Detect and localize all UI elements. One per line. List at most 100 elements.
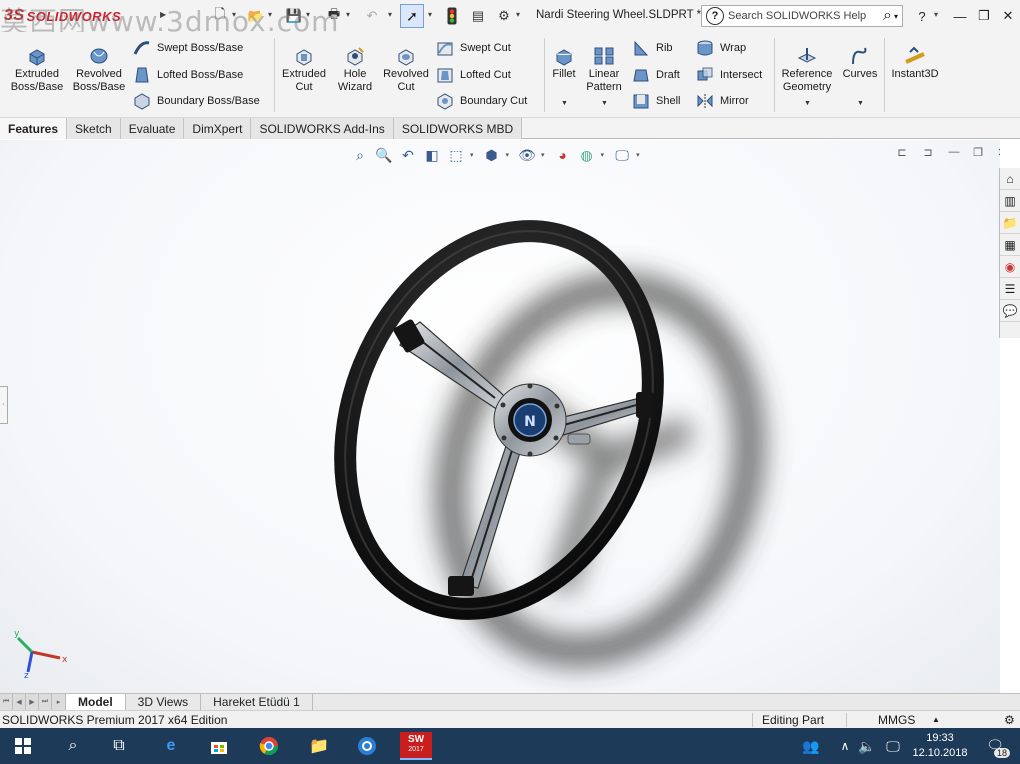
edge-browser-icon[interactable]: e [156, 732, 186, 760]
reference-dropdown-icon[interactable]: ▼ [804, 100, 811, 107]
help-button[interactable]: ? [912, 6, 932, 26]
tab-3d-views[interactable]: 3D Views [126, 694, 202, 710]
select-cursor-icon[interactable]: ➚ [400, 4, 424, 28]
linear-pattern-button[interactable]: Linear Pattern [582, 46, 626, 94]
select-dropdown-icon[interactable]: ▾ [428, 10, 432, 19]
next-tab-icon[interactable]: ▶ [26, 694, 39, 710]
extruded-cut-button[interactable]: Extruded Cut [278, 46, 330, 94]
save-icon[interactable]: 💾 [284, 6, 304, 26]
search-dropdown-icon[interactable]: ▾ [894, 12, 898, 21]
curves-dropdown-icon[interactable]: ▼ [857, 100, 864, 107]
svg-text:y: y [14, 629, 20, 639]
extruded-boss-button[interactable]: Extruded Boss/Base [8, 46, 66, 94]
open-dropdown-icon[interactable]: ▾ [268, 10, 272, 19]
customize-status-icon[interactable]: ⚙ [1004, 713, 1015, 727]
pattern-dropdown-icon[interactable]: ▼ [601, 100, 608, 107]
fillet-dropdown-icon[interactable]: ▼ [561, 100, 568, 107]
rib-button[interactable]: Rib [632, 38, 673, 58]
last-tab-icon[interactable]: ⏭ [39, 694, 52, 710]
start-windows-icon[interactable] [8, 732, 38, 760]
action-center-icon[interactable]: 🗨 18 [984, 734, 1010, 758]
revolved-cut-button[interactable]: Revolved Cut [380, 46, 432, 94]
instant3d-button[interactable]: Instant3D [888, 46, 942, 81]
graphics-area[interactable]: ⌕ 🔍 ↶ ◧ ⬚ ▾ ⬢ ▾ 👁 ▾ ◕ ◍ ▾ 🖵 ▾ ⊏ ⊐ — ❐ ✕ … [0, 140, 1000, 693]
lofted-boss-button[interactable]: Lofted Boss/Base [133, 65, 243, 85]
title-bar: 3S SOLIDWORKS ▶ 🗋 ▾ 📂 ▾ 💾 ▾ 🖶 ▾ ↶ ▾ ➚ ▾ ▤… [0, 0, 1020, 38]
revolved-boss-button[interactable]: Revolved Boss/Base [70, 46, 128, 94]
clock-time: 19:33 [926, 732, 954, 744]
task-view-icon[interactable]: ⧉ [104, 732, 134, 760]
design-library-icon[interactable]: ▥ [1000, 190, 1020, 212]
save-dropdown-icon[interactable]: ▾ [306, 10, 310, 19]
tab-dimxpert[interactable]: DimXpert [184, 118, 252, 139]
file-explorer-icon[interactable]: 📁 [1000, 212, 1020, 234]
steering-wheel-model[interactable]: N [0, 140, 1000, 693]
unit-system-selector[interactable]: MMGS [878, 713, 915, 727]
app-icon[interactable] [352, 732, 382, 760]
extruded-boss-icon [29, 49, 45, 66]
document-title: Nardi Steering Wheel.SLDPRT * [536, 9, 702, 21]
people-icon[interactable]: 👥 [796, 732, 826, 760]
shell-button[interactable]: Shell [632, 91, 680, 111]
file-explorer-icon[interactable]: 📁 [304, 732, 334, 760]
solidworks-taskbar-icon[interactable]: SW 2017 [400, 732, 432, 760]
mirror-button[interactable]: Mirror [696, 91, 749, 111]
tab-sketch[interactable]: Sketch [67, 118, 121, 139]
tab-model[interactable]: Model [66, 694, 126, 710]
tab-add-ins[interactable]: SOLIDWORKS Add-Ins [251, 118, 394, 139]
tab-features[interactable]: Features [0, 118, 68, 139]
help-search-box[interactable]: ? Search SOLIDWORKS Help ⌕ ▾ [701, 5, 903, 27]
close-button[interactable]: ✕ [998, 6, 1018, 26]
status-bar: SOLIDWORKS Premium 2017 x64 Edition Edit… [0, 710, 1020, 728]
prev-tab-icon[interactable]: ◀ [13, 694, 26, 710]
undo-dropdown-icon[interactable]: ▾ [388, 10, 392, 19]
tab-mbd[interactable]: SOLIDWORKS MBD [393, 118, 523, 139]
menu-expand-icon[interactable]: ▶ [160, 10, 166, 19]
fillet-button[interactable]: Fillet [548, 46, 580, 81]
windows-taskbar: ⌕ ⧉ e 📁 SW 2017 👥 ∧ 🔈 🖵 19:33 12.10.2018… [0, 728, 1020, 764]
wrap-button[interactable]: Wrap [696, 38, 746, 58]
undo-icon[interactable]: ↶ [362, 6, 382, 26]
rebuild-traffic-light-icon[interactable] [442, 6, 462, 26]
intersect-button[interactable]: Intersect [696, 65, 762, 85]
print-icon[interactable]: 🖶 [324, 6, 344, 26]
minimize-button[interactable]: — [950, 6, 970, 26]
swept-cut-button[interactable]: Swept Cut [436, 38, 511, 58]
reference-triad-icon[interactable]: x y z [10, 618, 70, 678]
tab-motion-study[interactable]: Hareket Etüdü 1 [201, 694, 313, 710]
options-gear-icon[interactable]: ⚙ [494, 6, 514, 26]
custom-properties-icon[interactable]: ☰ [1000, 278, 1020, 300]
file-properties-icon[interactable]: ▤ [468, 6, 488, 26]
system-clock[interactable]: 19:33 12.10.2018 [908, 731, 972, 761]
curves-button[interactable]: Curves [838, 46, 882, 81]
forum-icon[interactable]: 💬 [1000, 300, 1020, 322]
solidworks-logo[interactable]: 3S SOLIDWORKS [4, 4, 154, 28]
lofted-cut-button[interactable]: Lofted Cut [436, 65, 511, 85]
tab-evaluate[interactable]: Evaluate [120, 118, 185, 139]
help-dropdown-icon[interactable]: ▾ [934, 10, 938, 19]
new-dropdown-icon[interactable]: ▾ [232, 10, 236, 19]
options-dropdown-icon[interactable]: ▾ [516, 10, 520, 19]
boundary-boss-button[interactable]: Boundary Boss/Base [133, 91, 260, 111]
chrome-icon[interactable] [254, 732, 284, 760]
hole-wizard-button[interactable]: Hole Wizard [332, 46, 378, 94]
solidworks-resources-home-icon[interactable]: ⌂ [1000, 168, 1020, 190]
store-icon[interactable] [204, 732, 234, 760]
first-tab-icon[interactable]: ⏮ [0, 694, 13, 710]
restore-button[interactable]: ❐ [974, 6, 994, 26]
boundary-cut-button[interactable]: Boundary Cut [436, 91, 527, 111]
tab-list-icon[interactable]: ▸ [52, 694, 66, 710]
open-folder-icon[interactable]: 📂 [246, 6, 266, 26]
draft-button[interactable]: Draft [632, 65, 680, 85]
view-palette-icon[interactable]: ▦ [1000, 234, 1020, 256]
print-dropdown-icon[interactable]: ▾ [346, 10, 350, 19]
search-icon[interactable]: ⌕ [58, 732, 88, 760]
search-icon[interactable]: ⌕ [883, 7, 892, 25]
search-input[interactable]: Search SOLIDWORKS Help [728, 10, 883, 22]
swept-boss-button[interactable]: Swept Boss/Base [133, 38, 243, 58]
appearances-icon[interactable]: ◉ [1000, 256, 1020, 278]
reference-geometry-button[interactable]: Reference Geometry [778, 46, 836, 94]
network-icon[interactable]: 🖵 [878, 732, 908, 760]
new-document-icon[interactable]: 🗋 [210, 6, 230, 26]
unit-system-menu-icon[interactable]: ▲ [932, 715, 940, 724]
